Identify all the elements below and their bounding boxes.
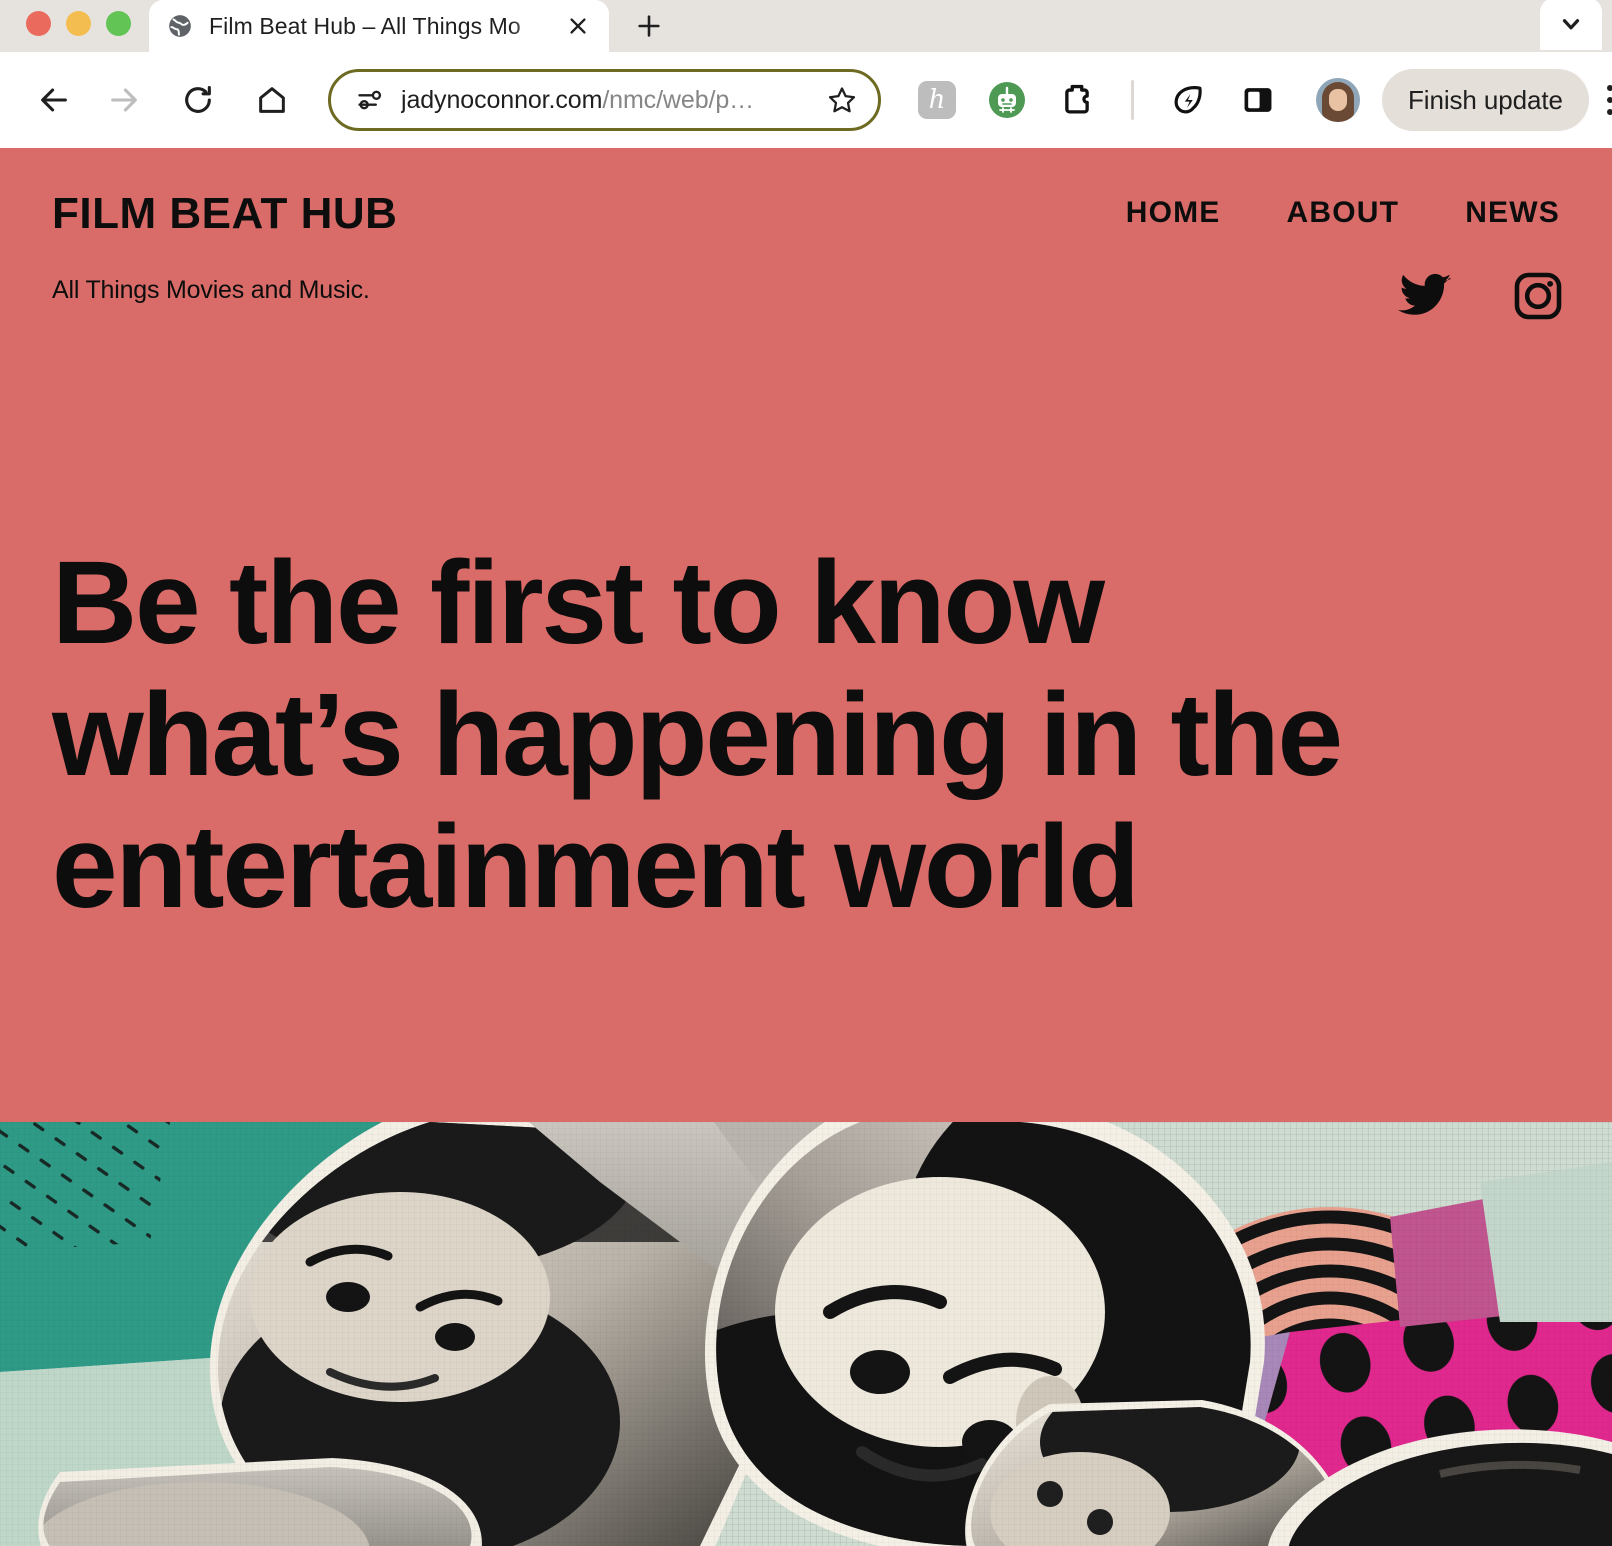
minimize-window-button[interactable]: [66, 11, 91, 36]
new-tab-button[interactable]: [623, 2, 675, 50]
close-window-button[interactable]: [26, 11, 51, 36]
hero-section: Be the first to know what’s happening in…: [0, 348, 1612, 1122]
site-settings-icon[interactable]: [353, 86, 387, 114]
home-icon[interactable]: [244, 72, 300, 128]
instagram-icon[interactable]: [1512, 270, 1564, 322]
kebab-menu-icon[interactable]: [1606, 85, 1612, 115]
tab-strip: Film Beat Hub – All Things Mo: [0, 0, 1612, 52]
close-icon[interactable]: [561, 9, 595, 43]
reload-icon[interactable]: [170, 72, 226, 128]
honey-glyph: h: [918, 81, 956, 119]
address-bar[interactable]: jadynoconnor.com/nmc/web/p…: [328, 69, 881, 131]
star-icon[interactable]: [820, 84, 864, 116]
nav-news[interactable]: NEWS: [1465, 196, 1560, 230]
back-arrow-icon[interactable]: [26, 72, 82, 128]
forward-arrow-icon: [96, 72, 152, 128]
leaf-bolt-extension-icon[interactable]: [1168, 80, 1208, 120]
avatar[interactable]: [1316, 78, 1360, 122]
browser-toolbar: jadynoconnor.com/nmc/web/p… h Finish upd…: [0, 52, 1612, 148]
url-path: /nmc/web/p…: [602, 85, 755, 114]
nav-about[interactable]: ABOUT: [1287, 196, 1400, 230]
web-page: FILM BEAT HUB All Things Movies and Musi…: [0, 148, 1612, 1546]
hero-collage-image: [0, 1122, 1612, 1546]
clipboard-extension-icon[interactable]: [1057, 80, 1097, 120]
robot-extension-icon[interactable]: [987, 80, 1027, 120]
site-brand[interactable]: FILM BEAT HUB: [52, 192, 397, 236]
url-text[interactable]: jadynoconnor.com/nmc/web/p…: [401, 86, 820, 115]
extensions-row: h: [917, 78, 1360, 122]
globe-icon: [167, 13, 193, 39]
chevron-down-icon[interactable]: [1540, 0, 1602, 50]
browser-tab[interactable]: Film Beat Hub – All Things Mo: [149, 0, 609, 52]
twitter-icon[interactable]: [1398, 273, 1452, 319]
split-panel-extension-icon[interactable]: [1238, 80, 1278, 120]
nav-home[interactable]: HOME: [1126, 196, 1221, 230]
social-links: [1398, 270, 1564, 322]
url-domain: jadynoconnor.com: [401, 85, 603, 114]
toolbar-divider: [1131, 80, 1134, 120]
primary-nav: HOME ABOUT NEWS: [1126, 196, 1560, 230]
tab-title: Film Beat Hub – All Things Mo: [209, 12, 521, 39]
site-tagline: All Things Movies and Music.: [52, 276, 370, 304]
finish-update-label: Finish update: [1408, 84, 1563, 115]
window-traffic-lights: [0, 11, 149, 52]
tab-strip-right: [1540, 0, 1612, 52]
hero-headline: Be the first to know what’s happening in…: [52, 536, 1343, 934]
browser-window: Film Beat Hub – All Things Mo jadynoconn…: [0, 0, 1612, 1546]
honey-extension-icon[interactable]: h: [917, 80, 957, 120]
finish-update-button[interactable]: Finish update: [1382, 69, 1589, 131]
site-header: FILM BEAT HUB All Things Movies and Musi…: [0, 148, 1612, 348]
maximize-window-button[interactable]: [106, 11, 131, 36]
